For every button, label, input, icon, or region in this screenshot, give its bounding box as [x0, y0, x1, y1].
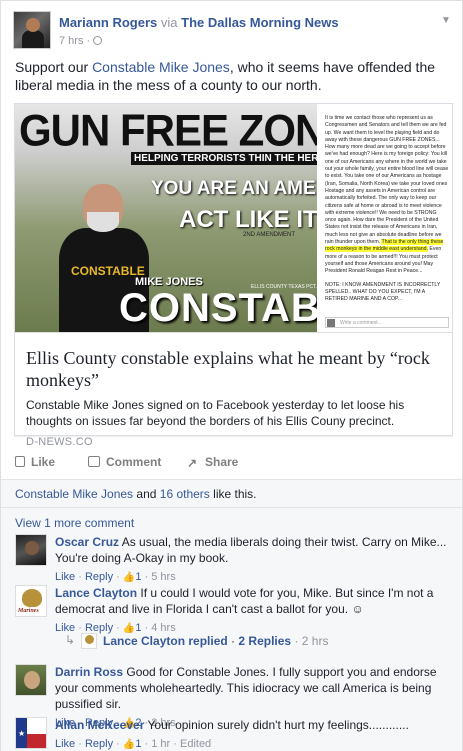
reply-arrow-icon: ↳: [65, 633, 76, 647]
likes-others-link[interactable]: 16 others: [160, 487, 210, 501]
comment-icon: [88, 456, 100, 467]
comment-time[interactable]: 5 hrs: [151, 571, 175, 583]
replied-word[interactable]: replied: [185, 634, 227, 648]
comment-body: Allan McKeever Your opinion surely didn'…: [55, 717, 451, 751]
share-label: Share: [205, 455, 239, 469]
like-count-thumb-icon: 👍: [122, 739, 136, 750]
like-label: Like: [31, 455, 56, 469]
chevron-down-icon[interactable]: ▼: [439, 15, 453, 26]
excerpt-comment-box: Write a comment...: [325, 317, 449, 328]
commenter-avatar[interactable]: [15, 664, 47, 696]
comment-button[interactable]: Comment: [88, 455, 161, 469]
share-button[interactable]: ↗ Share: [187, 455, 238, 469]
commenter-name-link[interactable]: Darrin Ross: [55, 665, 123, 679]
author-line: Mariann Rogers via The Dallas Morning Ne…: [59, 15, 339, 30]
excerpt-note: NOTE: I KNOW AMENDMENT IS INCORRECTLY SP…: [325, 281, 441, 303]
link-card[interactable]: GUN FREE ZONES HELPING TERRORISTS THIN T…: [14, 103, 453, 448]
liker-name-link[interactable]: Constable Mike Jones: [15, 487, 133, 501]
commenter-avatar[interactable]: Marines: [15, 585, 47, 617]
marine-emblem-icon: [22, 589, 42, 607]
comment-time[interactable]: 1 hr: [151, 738, 170, 750]
likes-and: and: [133, 487, 160, 501]
replies-time: 2 hrs: [301, 634, 329, 648]
likes-summary: Constable Mike Jones and 16 others like …: [1, 479, 462, 507]
meme-photo: GUN FREE ZONES HELPING TERRORISTS THIN T…: [15, 104, 388, 332]
comment-like-link[interactable]: Like: [55, 571, 75, 583]
avatar-label: Marines: [18, 608, 39, 614]
view-more-comments-link[interactable]: View 1 more comment: [15, 516, 134, 530]
comment-content: Allan McKeever Your opinion surely didn'…: [55, 717, 451, 733]
facebook-screenshot-excerpt: It is time we contact those who represen…: [317, 104, 452, 332]
comment-text: Your opinion surely didn't hurt my feeli…: [147, 718, 409, 732]
post-header: Mariann Rogers via The Dallas Morning Ne…: [13, 11, 453, 51]
comment-edited[interactable]: Edited: [180, 738, 211, 750]
meme-amendment-text: 2ND AMENDMENT: [243, 232, 296, 238]
card-image[interactable]: GUN FREE ZONES HELPING TERRORISTS THIN T…: [15, 104, 452, 332]
comment-meta: Like · Reply · 👍1 · 1 hr · Edited: [55, 738, 212, 750]
excerpt-body-before: It is time we contact those who represen…: [325, 115, 449, 246]
comment-body: Oscar Cruz As usual, the media liberals …: [55, 534, 451, 586]
card-domain: D-NEWS.CO: [26, 436, 93, 448]
marine-emblem-icon: [85, 635, 94, 644]
replier-name-link[interactable]: Lance Clayton: [103, 634, 185, 648]
comment-content: Darrin Ross Good for Constable Jones. I …: [55, 664, 451, 712]
comment-body: Lance Clayton If u could I would vote fo…: [55, 585, 451, 637]
commenter-avatar[interactable]: [15, 534, 47, 566]
replier-avatar: [81, 633, 97, 649]
comment-like-count[interactable]: 1: [135, 738, 141, 750]
author-avatar[interactable]: [13, 11, 51, 49]
facebook-post: Mariann Rogers via The Dallas Morning Ne…: [0, 0, 463, 751]
commenter-name-link[interactable]: Lance Clayton: [55, 586, 137, 600]
card-description: Constable Mike Jones signed on to Facebo…: [26, 398, 405, 428]
action-bar: Like Comment ↗ Share: [15, 453, 451, 473]
comment-reply-link[interactable]: Reply: [85, 738, 113, 750]
globe-icon: [93, 36, 103, 45]
comment-content: Oscar Cruz As usual, the media liberals …: [55, 534, 451, 566]
comment-content: Lance Clayton If u could I would vote fo…: [55, 585, 451, 617]
post-text-before: Support our: [15, 59, 93, 75]
replies-summary[interactable]: ↳ Lance Clayton replied · 2 Replies · 2 …: [65, 633, 445, 651]
post-text: Support our Constable Mike Jones, who it…: [15, 58, 451, 94]
comment-reply-link[interactable]: Reply: [85, 571, 113, 583]
comment-label: Comment: [106, 455, 162, 469]
shirt-text: CONSTABLE: [71, 264, 145, 278]
beard-shape: [87, 212, 119, 232]
like-count-thumb-icon: 👍: [122, 572, 136, 583]
card-body[interactable]: Ellis County constable explains what he …: [15, 332, 452, 448]
via-page-link[interactable]: The Dallas Morning News: [181, 15, 338, 30]
post-text-link[interactable]: Constable Mike Jones: [92, 59, 230, 75]
card-title[interactable]: Ellis County constable explains what he …: [26, 347, 441, 391]
star-icon: ★: [18, 729, 26, 738]
comment-like-count[interactable]: 1: [135, 571, 141, 583]
commenter-name-link[interactable]: Oscar Cruz: [55, 535, 119, 549]
via-word: via: [160, 15, 178, 30]
like-button[interactable]: Like: [15, 455, 55, 469]
likes-suffix: like this.: [209, 487, 257, 501]
comment-meta: Like · Reply · 👍1 · 5 hrs: [55, 571, 176, 583]
thumbs-up-icon: [15, 456, 25, 467]
replies-count-link[interactable]: 2 Replies: [238, 634, 291, 648]
replies-summary-text: Lance Clayton replied · 2 Replies · 2 hr…: [103, 634, 329, 648]
commenter-name-link[interactable]: Allan McKeever: [55, 718, 144, 732]
commenter-avatar[interactable]: ★: [15, 717, 47, 749]
author-name-link[interactable]: Mariann Rogers: [59, 15, 157, 30]
comment-like-link[interactable]: Like: [55, 738, 75, 750]
post-meta: 7 hrs ·: [59, 35, 103, 47]
post-time[interactable]: 7 hrs: [59, 35, 83, 47]
meta-separator: ·: [86, 35, 91, 47]
meme-actlike-text: ACT LIKE IT: [179, 206, 318, 233]
share-arrow-icon: ↗: [187, 456, 198, 470]
